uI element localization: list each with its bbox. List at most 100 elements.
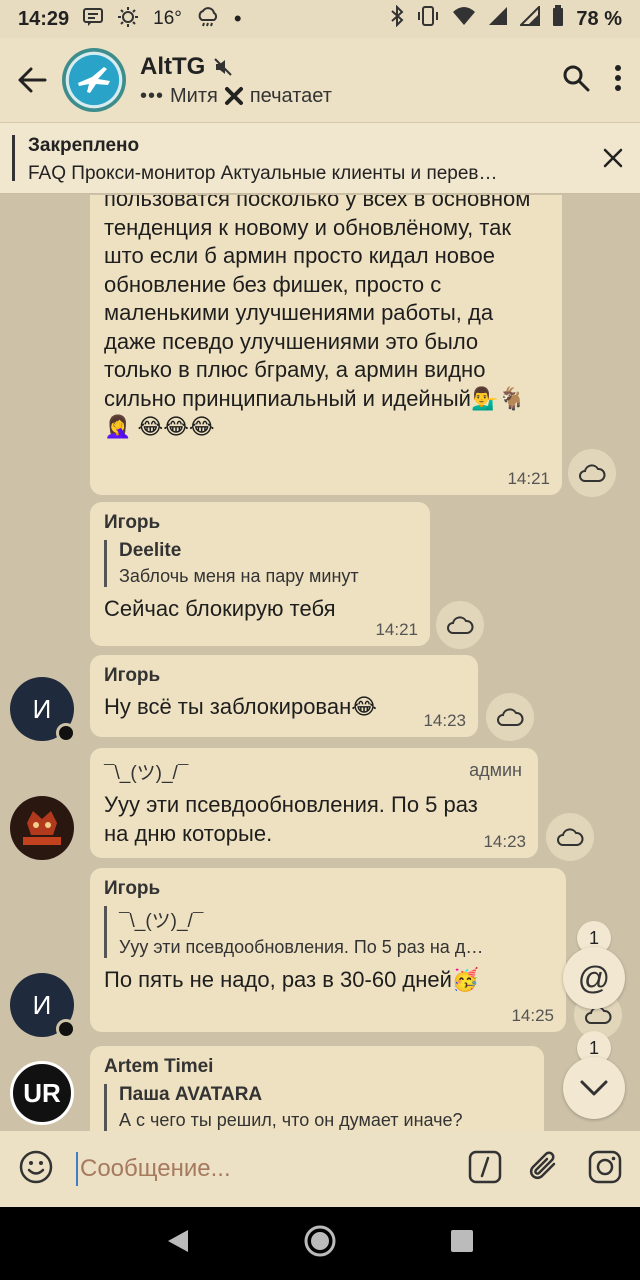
avatar-letter: И bbox=[32, 989, 52, 1020]
message-time: 14:21 bbox=[375, 620, 418, 639]
back-button[interactable] bbox=[0, 38, 64, 122]
muted-icon bbox=[214, 57, 233, 76]
typing-action: печатает bbox=[249, 84, 332, 107]
avatar[interactable]: И bbox=[10, 677, 76, 743]
chat-title[interactable]: AltTG bbox=[140, 53, 205, 81]
bluetooth-icon bbox=[390, 4, 404, 33]
message-bubble[interactable]: Игорь Ну всё ты заблокирован😂 14:23 bbox=[90, 655, 478, 737]
reply-text: А с чего ты решил, что он думает иначе? bbox=[119, 1110, 463, 1130]
status-time: 14:29 bbox=[18, 7, 70, 30]
triangle-back-icon bbox=[168, 1230, 189, 1252]
share-button[interactable] bbox=[568, 449, 616, 497]
vibrate-icon bbox=[416, 6, 440, 32]
online-indicator bbox=[56, 1019, 76, 1039]
pinned-indicator bbox=[12, 135, 15, 181]
share-button[interactable] bbox=[436, 601, 484, 649]
message-bubble[interactable]: Игорь Deelite Заблочь меня на пару минут… bbox=[90, 502, 430, 646]
pinned-label: Закреплено bbox=[28, 135, 140, 156]
typing-user: Митя bbox=[170, 84, 218, 107]
pinned-text: FAQ Прокси-монитор Актуальные клиенты и … bbox=[28, 163, 498, 184]
reply-sender: ¯\_(ツ)_/¯ bbox=[119, 911, 204, 932]
close-icon bbox=[603, 148, 623, 168]
chat-notification-icon bbox=[83, 7, 104, 31]
chat-avatar[interactable] bbox=[62, 48, 126, 112]
reply-text: Заблочь меня на пару минут bbox=[119, 566, 359, 586]
admin-badge: админ bbox=[469, 760, 522, 780]
sun-icon bbox=[117, 6, 139, 33]
online-indicator bbox=[56, 723, 76, 743]
message-time: 14:23 bbox=[483, 832, 526, 851]
message-input-bar: Сообщение... bbox=[0, 1131, 640, 1207]
instagram-camera-icon bbox=[588, 1150, 622, 1183]
reply-quote[interactable]: ¯\_(ツ)_/¯ Ууу эти псевдообновления. По 5… bbox=[104, 906, 552, 958]
message-sender[interactable]: Artem Timei bbox=[104, 1056, 530, 1078]
message-sender[interactable]: ¯\_(ツ)_/¯ bbox=[104, 758, 524, 785]
message-sender[interactable]: Игорь bbox=[104, 512, 416, 534]
cloud-icon bbox=[497, 708, 524, 726]
plane-icon bbox=[78, 67, 110, 93]
status-dot: • bbox=[233, 6, 242, 31]
avatar[interactable]: И bbox=[10, 973, 76, 1039]
message-sender[interactable]: Игорь bbox=[104, 665, 464, 687]
message-input[interactable]: Сообщение... bbox=[76, 1146, 468, 1192]
reply-sender: Паша AVATARA bbox=[119, 1084, 263, 1105]
search-icon bbox=[563, 65, 590, 91]
nav-home-button[interactable] bbox=[303, 1224, 337, 1263]
nav-back-button[interactable] bbox=[166, 1228, 190, 1259]
message-placeholder: Сообщение... bbox=[80, 1155, 231, 1182]
raccoon-logo-icon bbox=[14, 800, 70, 856]
message-text: Ууу эти псевдообновления. По 5 раз на дн… bbox=[104, 792, 478, 846]
signal-2-icon bbox=[518, 4, 541, 32]
nav-recents-button[interactable] bbox=[450, 1229, 474, 1258]
reply-text: Ууу эти псевдообновления. По 5 раз на д… bbox=[119, 937, 484, 957]
square-recents-icon bbox=[450, 1230, 473, 1252]
scroll-down-button[interactable] bbox=[563, 1057, 625, 1119]
circle-home-icon bbox=[304, 1225, 336, 1257]
rain-cloud-icon bbox=[196, 6, 220, 33]
chevron-down-icon bbox=[580, 1080, 608, 1096]
camera-button[interactable] bbox=[588, 1150, 622, 1189]
share-button[interactable] bbox=[486, 693, 534, 741]
avatar-letters: UR bbox=[23, 1077, 61, 1108]
message-time: 14:25 bbox=[511, 1006, 554, 1025]
battery-icon bbox=[552, 5, 564, 33]
chat-header: AltTG ••• Митя печатает bbox=[0, 38, 640, 122]
message-time: 14:21 bbox=[507, 469, 550, 488]
avatar[interactable]: UR bbox=[10, 1061, 74, 1125]
avatar-letter: И bbox=[32, 693, 52, 724]
message-bubble[interactable]: Игорь ¯\_(ツ)_/¯ Ууу эти псевдообновления… bbox=[90, 868, 566, 1032]
message-text: Ну всё ты заблокирован😂 bbox=[104, 694, 377, 719]
pinned-close-button[interactable] bbox=[602, 147, 624, 174]
message-text: Сейчас блокирую тебя bbox=[104, 596, 336, 621]
message-bubble[interactable]: ¯\_(ツ)_/¯ админ Ууу эти псевдообновления… bbox=[90, 748, 538, 858]
message-bubble[interactable]: Artem Timei Паша AVATARA А с чего ты реш… bbox=[90, 1046, 544, 1131]
close-x-icon bbox=[224, 87, 243, 105]
text-cursor bbox=[76, 1152, 78, 1186]
commands-button[interactable] bbox=[468, 1150, 502, 1189]
share-button[interactable] bbox=[546, 813, 594, 861]
reply-quote[interactable]: Паша AVATARA А с чего ты решил, что он д… bbox=[104, 1084, 530, 1131]
message-list[interactable]: пользоватся посколько у всех в основном … bbox=[0, 195, 640, 1131]
search-button[interactable] bbox=[562, 64, 590, 97]
mentions-button[interactable]: @ bbox=[563, 947, 625, 1009]
avatar[interactable] bbox=[10, 796, 74, 860]
pinned-message-bar[interactable]: Закреплено FAQ Прокси-монитор Актуальные… bbox=[0, 122, 640, 194]
more-menu-button[interactable] bbox=[614, 64, 622, 97]
arrow-left-icon bbox=[18, 67, 47, 93]
message-text: По пять не надо, раз в 30-60 дней🥳 bbox=[104, 967, 480, 992]
status-bar: 14:29 16° • 78 % bbox=[0, 0, 640, 38]
message-bubble[interactable]: пользоватся посколько у всех в основном … bbox=[90, 195, 562, 495]
reply-sender: Deelite bbox=[119, 540, 182, 561]
message-sender[interactable]: Игорь bbox=[104, 878, 552, 900]
cloud-icon bbox=[579, 464, 606, 482]
message-time: 14:23 bbox=[423, 711, 466, 730]
attach-button[interactable] bbox=[528, 1150, 562, 1189]
emoji-icon bbox=[19, 1150, 53, 1183]
emoji-button[interactable] bbox=[18, 1149, 54, 1190]
cloud-icon bbox=[557, 828, 584, 846]
typing-dots-icon: ••• bbox=[140, 84, 165, 107]
more-vertical-icon bbox=[615, 64, 621, 91]
system-nav-bar bbox=[0, 1207, 640, 1280]
reply-quote[interactable]: Deelite Заблочь меня на пару минут bbox=[104, 540, 416, 587]
status-temperature: 16° bbox=[153, 8, 182, 29]
